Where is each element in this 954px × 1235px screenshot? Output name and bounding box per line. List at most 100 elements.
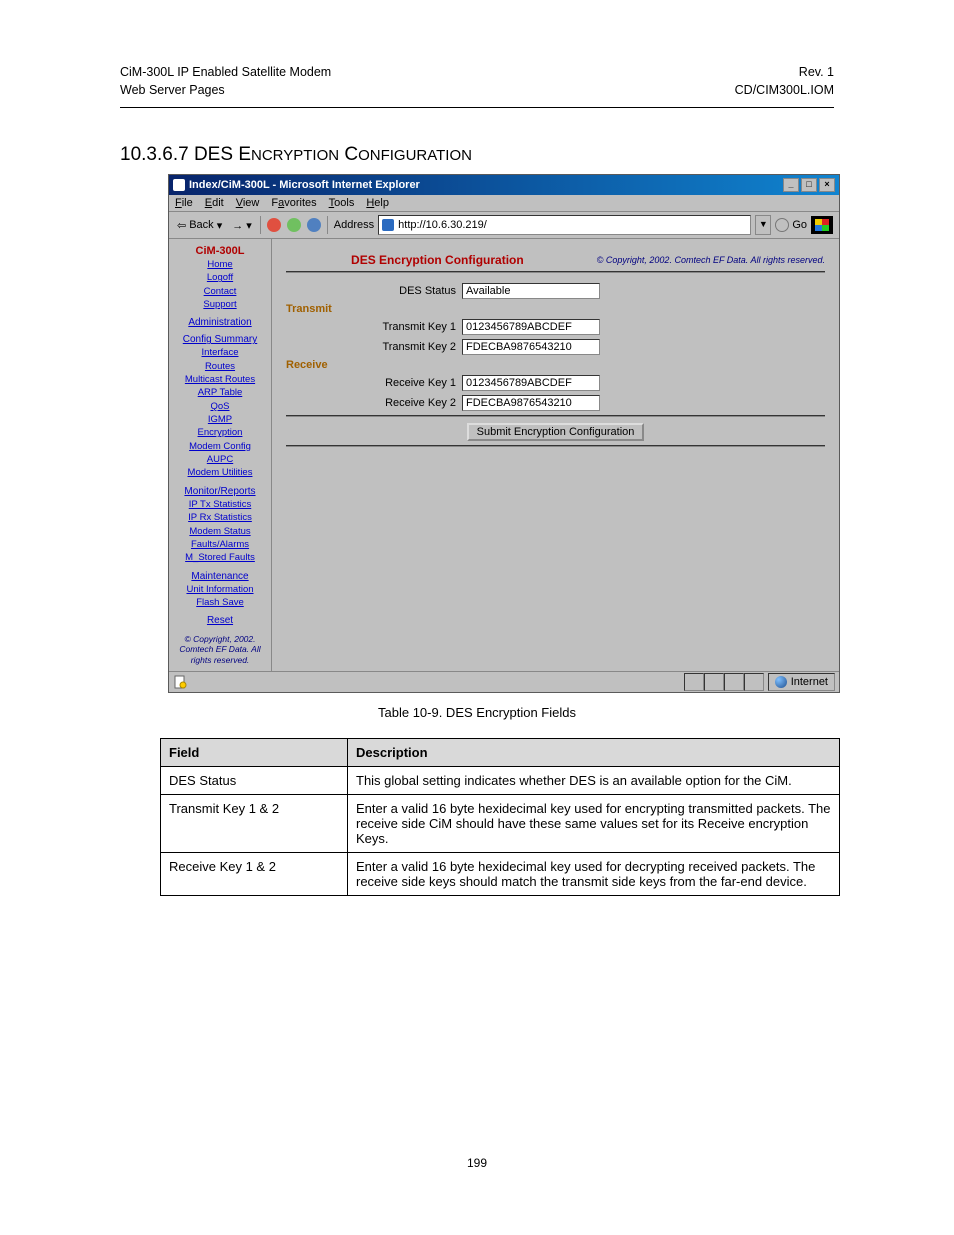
stop-icon[interactable]: [267, 218, 281, 232]
back-button[interactable]: ⇦ Back ▾: [175, 219, 224, 232]
sidebar-product-title: CiM-300L: [172, 245, 268, 257]
nav-config-head[interactable]: Config Summary: [172, 334, 268, 345]
nav-modem-config[interactable]: Modem Config: [172, 441, 268, 453]
browser-window: Index/CiM-300L - Microsoft Internet Expl…: [168, 174, 840, 693]
table-row: DES Status This global setting indicates…: [161, 766, 840, 794]
menu-favorites[interactable]: Favorites: [271, 197, 316, 209]
zone-label: Internet: [791, 676, 828, 688]
menu-help[interactable]: Help: [366, 197, 389, 209]
section-number: 10.3.6.7: [120, 144, 189, 165]
address-dropdown[interactable]: ▼: [755, 215, 771, 235]
maximize-button[interactable]: □: [801, 178, 817, 192]
menu-file[interactable]: File: [175, 197, 193, 209]
nav-maint-head[interactable]: Maintenance: [172, 571, 268, 582]
address-value: http://10.6.30.219/: [398, 219, 487, 231]
nav-unit-info[interactable]: Unit Information: [172, 584, 268, 596]
nav-multicast-routes[interactable]: Multicast Routes: [172, 374, 268, 386]
ie-icon: [173, 179, 185, 191]
sidebar-copyright: © Copyright, 2002. Comtech EF Data. All …: [172, 634, 268, 665]
header-right-2: CD/CIM300L.IOM: [735, 82, 834, 100]
cell-desc: Enter a valid 16 byte hexidecimal key us…: [348, 852, 840, 895]
table-row: Receive Key 1 & 2 Enter a valid 16 byte …: [161, 852, 840, 895]
home-icon[interactable]: [307, 218, 321, 232]
globe-icon: [775, 676, 787, 688]
nav-modem-utilities[interactable]: Modem Utilities: [172, 467, 268, 479]
nav-reset[interactable]: Reset: [172, 615, 268, 626]
nav-m-stored-faults[interactable]: M_Stored Faults: [172, 552, 268, 564]
doc-header: CiM-300L IP Enabled Satellite Modem Web …: [120, 64, 834, 99]
receive-heading: Receive: [286, 359, 825, 371]
status-done-icon: [173, 675, 187, 689]
address-field[interactable]: http://10.6.30.219/: [378, 215, 751, 235]
pane-rule-top: [286, 271, 825, 273]
menu-edit[interactable]: Edit: [205, 197, 224, 209]
menu-tools[interactable]: Tools: [329, 197, 355, 209]
status-bar: Internet: [169, 671, 839, 692]
throbber-icon: [811, 216, 833, 234]
status-cell: [724, 673, 744, 691]
pane-copyright: © Copyright, 2002. Comtech EF Data. All …: [589, 255, 825, 265]
close-button[interactable]: ×: [819, 178, 835, 192]
tx-key2-label: Transmit Key 2: [286, 341, 462, 353]
nav-modem-status[interactable]: Modem Status: [172, 526, 268, 538]
section-heading: 10.3.6.7 DES ENCRYPTION CONFIGURATION: [120, 144, 834, 166]
nav-igmp[interactable]: IGMP: [172, 414, 268, 426]
header-left-2: Web Server Pages: [120, 82, 331, 100]
nav-logoff[interactable]: Logoff: [172, 272, 268, 284]
address-label: Address: [334, 219, 374, 231]
nav-routes[interactable]: Routes: [172, 361, 268, 373]
header-left-1: CiM-300L IP Enabled Satellite Modem: [120, 64, 331, 82]
minimize-button[interactable]: _: [783, 178, 799, 192]
nav-arp-table[interactable]: ARP Table: [172, 387, 268, 399]
menu-bar: File Edit View Favorites Tools Help: [169, 195, 839, 212]
th-field: Field: [161, 738, 348, 766]
go-button[interactable]: Go: [775, 218, 807, 232]
nav-aupc[interactable]: AUPC: [172, 454, 268, 466]
nav-interface[interactable]: Interface: [172, 347, 268, 359]
refresh-icon[interactable]: [287, 218, 301, 232]
menu-view[interactable]: View: [236, 197, 260, 209]
nav-encryption[interactable]: Encryption: [172, 427, 268, 439]
status-cell: [744, 673, 764, 691]
header-rule: [120, 107, 834, 108]
rx-key2-input[interactable]: [462, 395, 600, 411]
forward-button[interactable]: → ▾: [230, 219, 254, 232]
nav-flash-save[interactable]: Flash Save: [172, 597, 268, 609]
title-bar: Index/CiM-300L - Microsoft Internet Expl…: [169, 175, 839, 195]
th-description: Description: [348, 738, 840, 766]
des-fields-table: Field Description DES Status This global…: [160, 738, 840, 896]
status-cell: [704, 673, 724, 691]
cell-desc: This global setting indicates whether DE…: [348, 766, 840, 794]
pane-title: DES Encryption Configuration: [286, 253, 589, 267]
nav-admin-head[interactable]: Administration: [172, 317, 268, 328]
pane-rule-bottom: [286, 445, 825, 447]
header-right-1: Rev. 1: [735, 64, 834, 82]
nav-home[interactable]: Home: [172, 259, 268, 271]
table-caption: Table 10-9. DES Encryption Fields: [120, 705, 834, 720]
submit-encryption-button[interactable]: Submit Encryption Configuration: [467, 423, 645, 441]
sidebar-nav: CiM-300L Home Logoff Contact Support Adm…: [169, 239, 272, 671]
tx-key1-input[interactable]: [462, 319, 600, 335]
tx-key2-input[interactable]: [462, 339, 600, 355]
page-icon: [382, 219, 394, 231]
page-number: 199: [120, 1156, 834, 1170]
nav-faults-alarms[interactable]: Faults/Alarms: [172, 539, 268, 551]
nav-support[interactable]: Support: [172, 299, 268, 311]
cell-field: Receive Key 1 & 2: [161, 852, 348, 895]
des-status-input[interactable]: [462, 283, 600, 299]
rx-key1-input[interactable]: [462, 375, 600, 391]
go-arrow-icon: [775, 218, 789, 232]
nav-contact[interactable]: Contact: [172, 286, 268, 298]
cell-desc: Enter a valid 16 byte hexidecimal key us…: [348, 794, 840, 852]
pane-rule-mid: [286, 415, 825, 417]
tool-bar: ⇦ Back ▾ → ▾ Address http://10.6.30.219/…: [169, 212, 839, 239]
nav-monitor-head[interactable]: Monitor/Reports: [172, 486, 268, 497]
nav-ip-rx-stats[interactable]: IP Rx Statistics: [172, 512, 268, 524]
table-row: Transmit Key 1 & 2 Enter a valid 16 byte…: [161, 794, 840, 852]
nav-qos[interactable]: QoS: [172, 401, 268, 413]
main-pane: DES Encryption Configuration © Copyright…: [272, 239, 839, 671]
nav-ip-tx-stats[interactable]: IP Tx Statistics: [172, 499, 268, 511]
status-cell: [684, 673, 704, 691]
cell-field: DES Status: [161, 766, 348, 794]
rx-key2-label: Receive Key 2: [286, 397, 462, 409]
